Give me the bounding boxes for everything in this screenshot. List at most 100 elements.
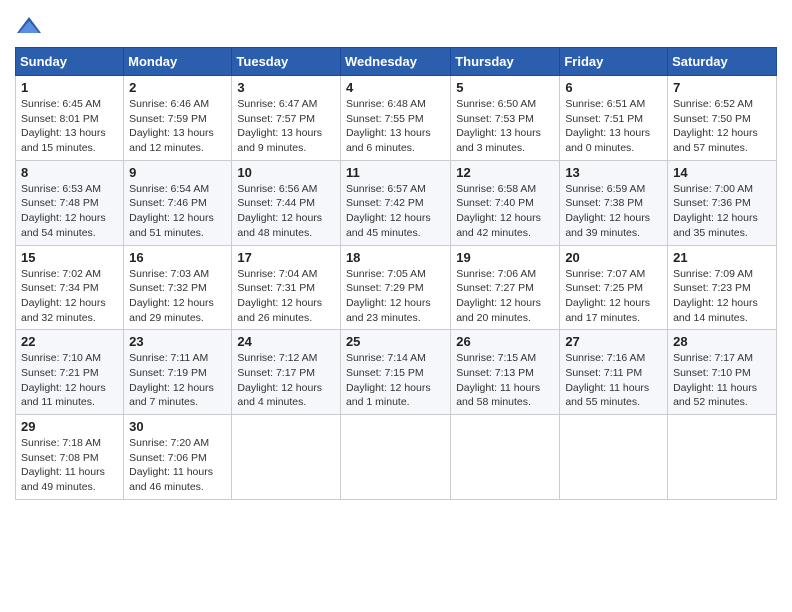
day-info: Sunrise: 6:56 AM Sunset: 7:44 PM Dayligh… [237,182,335,241]
week-row-5: 29 Sunrise: 7:18 AM Sunset: 7:08 PM Dayli… [16,415,777,500]
day-number: 29 [21,419,118,434]
week-row-2: 8 Sunrise: 6:53 AM Sunset: 7:48 PM Daylig… [16,160,777,245]
day-info: Sunrise: 6:45 AM Sunset: 8:01 PM Dayligh… [21,97,118,156]
header-row: SundayMondayTuesdayWednesdayThursdayFrid… [16,48,777,76]
day-number: 24 [237,334,335,349]
day-number: 22 [21,334,118,349]
calendar-cell: 19Sunrise: 7:06 AM Sunset: 7:27 PM Dayli… [451,245,560,330]
calendar-cell: 30 Sunrise: 7:20 AM Sunset: 7:06 PM Dayli… [124,415,232,500]
week-row-4: 22 Sunrise: 7:10 AM Sunset: 7:21 PM Dayli… [16,330,777,415]
calendar-cell [668,415,777,500]
day-number: 7 [673,80,771,95]
calendar-cell: 22 Sunrise: 7:10 AM Sunset: 7:21 PM Dayli… [16,330,124,415]
header-sunday: Sunday [16,48,124,76]
calendar-cell: 28 Sunrise: 7:17 AM Sunset: 7:10 PM Dayli… [668,330,777,415]
calendar-cell: 18 Sunrise: 7:05 AM Sunset: 7:29 PM Dayli… [340,245,450,330]
header-thursday: Thursday [451,48,560,76]
calendar-cell [340,415,450,500]
day-info: Sunrise: 6:53 AM Sunset: 7:48 PM Dayligh… [21,182,118,241]
day-number: 8 [21,165,118,180]
calendar-cell: 17 Sunrise: 7:04 AM Sunset: 7:31 PM Dayli… [232,245,341,330]
logo [15,15,47,37]
calendar-cell: 11 Sunrise: 6:57 AM Sunset: 7:42 PM Dayli… [340,160,450,245]
day-number: 19 [456,250,554,265]
day-number: 13 [565,165,662,180]
day-number: 11 [346,165,445,180]
day-info: Sunrise: 7:05 AM Sunset: 7:29 PM Dayligh… [346,267,445,326]
calendar-cell: 15Sunrise: 7:02 AM Sunset: 7:34 PM Dayli… [16,245,124,330]
calendar-header: SundayMondayTuesdayWednesdayThursdayFrid… [16,48,777,76]
week-row-1: 1 Sunrise: 6:45 AM Sunset: 8:01 PM Daylig… [16,76,777,161]
calendar-cell: 4Sunrise: 6:48 AM Sunset: 7:55 PM Daylig… [340,76,450,161]
day-info: Sunrise: 6:58 AM Sunset: 7:40 PM Dayligh… [456,182,554,241]
day-info: Sunrise: 7:09 AM Sunset: 7:23 PM Dayligh… [673,267,771,326]
calendar-cell [560,415,668,500]
calendar-cell: 26 Sunrise: 7:15 AM Sunset: 7:13 PM Dayli… [451,330,560,415]
day-info: Sunrise: 7:11 AM Sunset: 7:19 PM Dayligh… [129,351,226,410]
calendar-cell: 7 Sunrise: 6:52 AM Sunset: 7:50 PM Daylig… [668,76,777,161]
day-number: 26 [456,334,554,349]
day-info: Sunrise: 6:50 AM Sunset: 7:53 PM Dayligh… [456,97,554,156]
header-wednesday: Wednesday [340,48,450,76]
day-info: Sunrise: 6:57 AM Sunset: 7:42 PM Dayligh… [346,182,445,241]
day-number: 20 [565,250,662,265]
calendar-cell: 10 Sunrise: 6:56 AM Sunset: 7:44 PM Dayli… [232,160,341,245]
calendar-table: SundayMondayTuesdayWednesdayThursdayFrid… [15,47,777,500]
day-number: 16 [129,250,226,265]
day-info: Sunrise: 7:10 AM Sunset: 7:21 PM Dayligh… [21,351,118,410]
header-friday: Friday [560,48,668,76]
calendar-cell: 21 Sunrise: 7:09 AM Sunset: 7:23 PM Dayli… [668,245,777,330]
day-number: 1 [21,80,118,95]
header-monday: Monday [124,48,232,76]
day-info: Sunrise: 7:03 AM Sunset: 7:32 PM Dayligh… [129,267,226,326]
day-number: 18 [346,250,445,265]
day-info: Sunrise: 6:51 AM Sunset: 7:51 PM Dayligh… [565,97,662,156]
day-number: 17 [237,250,335,265]
calendar-cell: 9Sunrise: 6:54 AM Sunset: 7:46 PM Daylig… [124,160,232,245]
day-info: Sunrise: 7:07 AM Sunset: 7:25 PM Dayligh… [565,267,662,326]
day-info: Sunrise: 7:12 AM Sunset: 7:17 PM Dayligh… [237,351,335,410]
day-number: 27 [565,334,662,349]
day-number: 6 [565,80,662,95]
day-info: Sunrise: 7:04 AM Sunset: 7:31 PM Dayligh… [237,267,335,326]
week-row-3: 15Sunrise: 7:02 AM Sunset: 7:34 PM Dayli… [16,245,777,330]
header-tuesday: Tuesday [232,48,341,76]
calendar-cell: 5 Sunrise: 6:50 AM Sunset: 7:53 PM Daylig… [451,76,560,161]
day-info: Sunrise: 6:46 AM Sunset: 7:59 PM Dayligh… [129,97,226,156]
header-saturday: Saturday [668,48,777,76]
day-number: 14 [673,165,771,180]
day-number: 23 [129,334,226,349]
day-info: Sunrise: 7:15 AM Sunset: 7:13 PM Dayligh… [456,351,554,410]
day-info: Sunrise: 7:00 AM Sunset: 7:36 PM Dayligh… [673,182,771,241]
day-number: 5 [456,80,554,95]
calendar-cell: 12Sunrise: 6:58 AM Sunset: 7:40 PM Dayli… [451,160,560,245]
day-info: Sunrise: 6:52 AM Sunset: 7:50 PM Dayligh… [673,97,771,156]
day-number: 28 [673,334,771,349]
calendar-body: 1 Sunrise: 6:45 AM Sunset: 8:01 PM Daylig… [16,76,777,500]
day-info: Sunrise: 7:18 AM Sunset: 7:08 PM Dayligh… [21,436,118,495]
day-number: 21 [673,250,771,265]
calendar-cell: 27 Sunrise: 7:16 AM Sunset: 7:11 PM Dayli… [560,330,668,415]
day-number: 4 [346,80,445,95]
day-info: Sunrise: 7:02 AM Sunset: 7:34 PM Dayligh… [21,267,118,326]
calendar-cell: 24 Sunrise: 7:12 AM Sunset: 7:17 PM Dayli… [232,330,341,415]
day-info: Sunrise: 7:20 AM Sunset: 7:06 PM Dayligh… [129,436,226,495]
day-info: Sunrise: 6:47 AM Sunset: 7:57 PM Dayligh… [237,97,335,156]
day-number: 25 [346,334,445,349]
day-number: 3 [237,80,335,95]
day-number: 30 [129,419,226,434]
day-info: Sunrise: 7:16 AM Sunset: 7:11 PM Dayligh… [565,351,662,410]
day-info: Sunrise: 7:17 AM Sunset: 7:10 PM Dayligh… [673,351,771,410]
calendar-cell: 14 Sunrise: 7:00 AM Sunset: 7:36 PM Dayli… [668,160,777,245]
calendar-cell [451,415,560,500]
day-number: 9 [129,165,226,180]
day-number: 10 [237,165,335,180]
day-number: 2 [129,80,226,95]
calendar-cell: 2 Sunrise: 6:46 AM Sunset: 7:59 PM Daylig… [124,76,232,161]
calendar-cell: 1 Sunrise: 6:45 AM Sunset: 8:01 PM Daylig… [16,76,124,161]
day-info: Sunrise: 6:59 AM Sunset: 7:38 PM Dayligh… [565,182,662,241]
calendar-cell: 16 Sunrise: 7:03 AM Sunset: 7:32 PM Dayli… [124,245,232,330]
day-info: Sunrise: 7:14 AM Sunset: 7:15 PM Dayligh… [346,351,445,410]
calendar-cell: 3 Sunrise: 6:47 AM Sunset: 7:57 PM Daylig… [232,76,341,161]
calendar-cell: 20 Sunrise: 7:07 AM Sunset: 7:25 PM Dayli… [560,245,668,330]
